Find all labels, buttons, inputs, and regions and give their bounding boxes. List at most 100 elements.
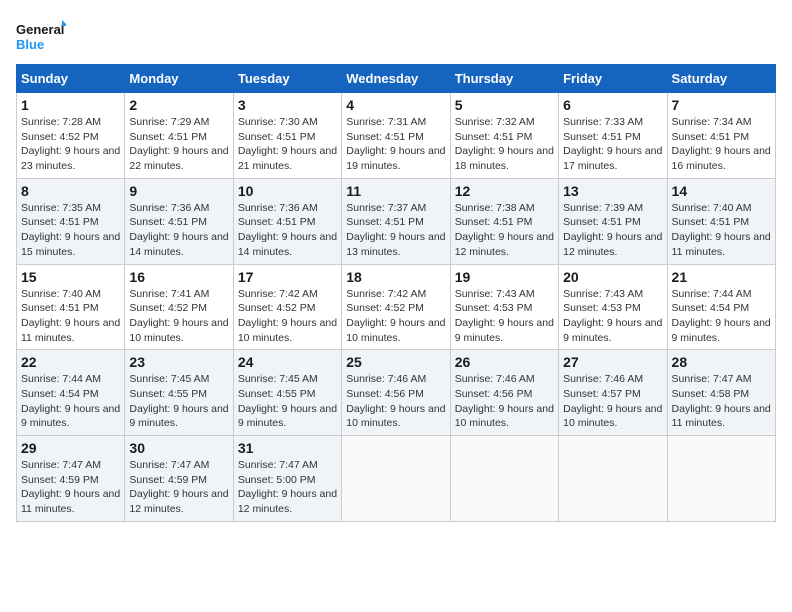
day-info: Sunrise: 7:36 AMSunset: 4:51 PMDaylight:… (238, 201, 337, 260)
day-info: Sunrise: 7:37 AMSunset: 4:51 PMDaylight:… (346, 201, 445, 260)
day-info: Sunrise: 7:43 AMSunset: 4:53 PMDaylight:… (563, 287, 662, 346)
calendar-day-cell: 9 Sunrise: 7:36 AMSunset: 4:51 PMDaylight… (125, 178, 233, 264)
day-number: 7 (672, 97, 771, 113)
day-number: 6 (563, 97, 662, 113)
calendar-day-cell: 20 Sunrise: 7:43 AMSunset: 4:53 PMDayligh… (559, 264, 667, 350)
calendar-day-cell: 26 Sunrise: 7:46 AMSunset: 4:56 PMDayligh… (450, 350, 558, 436)
calendar-day-cell: 4 Sunrise: 7:31 AMSunset: 4:51 PMDaylight… (342, 93, 450, 179)
calendar-day-cell (342, 436, 450, 522)
day-info: Sunrise: 7:47 AMSunset: 4:59 PMDaylight:… (129, 458, 228, 517)
day-number: 28 (672, 354, 771, 370)
calendar-week-row: 15Sunrise: 7:40 AMSunset: 4:51 PMDayligh… (17, 264, 776, 350)
calendar-header-row: SundayMondayTuesdayWednesdayThursdayFrid… (17, 65, 776, 93)
day-info: Sunrise: 7:40 AMSunset: 4:51 PMDaylight:… (672, 201, 771, 260)
svg-text:Blue: Blue (16, 37, 44, 52)
day-info: Sunrise: 7:43 AMSunset: 4:53 PMDaylight:… (455, 287, 554, 346)
logo: General Blue (16, 16, 66, 56)
day-info: Sunrise: 7:32 AMSunset: 4:51 PMDaylight:… (455, 115, 554, 174)
calendar-day-cell: 6 Sunrise: 7:33 AMSunset: 4:51 PMDaylight… (559, 93, 667, 179)
day-info: Sunrise: 7:47 AMSunset: 4:59 PMDaylight:… (21, 458, 120, 517)
day-number: 19 (455, 269, 554, 285)
day-info: Sunrise: 7:29 AMSunset: 4:51 PMDaylight:… (129, 115, 228, 174)
weekday-header: Tuesday (233, 65, 341, 93)
day-number: 13 (563, 183, 662, 199)
calendar-day-cell: 23 Sunrise: 7:45 AMSunset: 4:55 PMDayligh… (125, 350, 233, 436)
day-number: 4 (346, 97, 445, 113)
calendar-day-cell: 24 Sunrise: 7:45 AMSunset: 4:55 PMDayligh… (233, 350, 341, 436)
day-number: 14 (672, 183, 771, 199)
calendar-day-cell: 29 Sunrise: 7:47 AMSunset: 4:59 PMDayligh… (17, 436, 125, 522)
day-number: 2 (129, 97, 228, 113)
day-number: 26 (455, 354, 554, 370)
calendar-day-cell: 18 Sunrise: 7:42 AMSunset: 4:52 PMDayligh… (342, 264, 450, 350)
day-info: Sunrise: 7:45 AMSunset: 4:55 PMDaylight:… (238, 372, 337, 431)
day-info: Sunrise: 7:33 AMSunset: 4:51 PMDaylight:… (563, 115, 662, 174)
calendar-day-cell: 3 Sunrise: 7:30 AMSunset: 4:51 PMDaylight… (233, 93, 341, 179)
day-number: 31 (238, 440, 337, 456)
calendar-day-cell (559, 436, 667, 522)
calendar-day-cell: 2 Sunrise: 7:29 AMSunset: 4:51 PMDaylight… (125, 93, 233, 179)
day-info: Sunrise: 7:31 AMSunset: 4:51 PMDaylight:… (346, 115, 445, 174)
day-number: 10 (238, 183, 337, 199)
day-info: Sunrise: 7:44 AMSunset: 4:54 PMDaylight:… (21, 372, 120, 431)
calendar-day-cell: 1Sunrise: 7:28 AMSunset: 4:52 PMDaylight… (17, 93, 125, 179)
day-number: 25 (346, 354, 445, 370)
weekday-header: Monday (125, 65, 233, 93)
day-number: 5 (455, 97, 554, 113)
calendar-day-cell: 21Sunrise: 7:44 AMSunset: 4:54 PMDayligh… (667, 264, 775, 350)
day-number: 27 (563, 354, 662, 370)
day-number: 8 (21, 183, 120, 199)
day-number: 23 (129, 354, 228, 370)
day-number: 16 (129, 269, 228, 285)
calendar-day-cell: 25 Sunrise: 7:46 AMSunset: 4:56 PMDayligh… (342, 350, 450, 436)
day-info: Sunrise: 7:47 AMSunset: 5:00 PMDaylight:… (238, 458, 337, 517)
day-info: Sunrise: 7:40 AMSunset: 4:51 PMDaylight:… (21, 287, 120, 346)
day-info: Sunrise: 7:46 AMSunset: 4:56 PMDaylight:… (455, 372, 554, 431)
calendar-day-cell: 13 Sunrise: 7:39 AMSunset: 4:51 PMDayligh… (559, 178, 667, 264)
day-info: Sunrise: 7:42 AMSunset: 4:52 PMDaylight:… (238, 287, 337, 346)
calendar-day-cell: 28 Sunrise: 7:47 AMSunset: 4:58 PMDayligh… (667, 350, 775, 436)
calendar-week-row: 1Sunrise: 7:28 AMSunset: 4:52 PMDaylight… (17, 93, 776, 179)
day-info: Sunrise: 7:30 AMSunset: 4:51 PMDaylight:… (238, 115, 337, 174)
day-number: 11 (346, 183, 445, 199)
day-number: 20 (563, 269, 662, 285)
day-info: Sunrise: 7:36 AMSunset: 4:51 PMDaylight:… (129, 201, 228, 260)
weekday-header: Wednesday (342, 65, 450, 93)
day-info: Sunrise: 7:47 AMSunset: 4:58 PMDaylight:… (672, 372, 771, 431)
day-info: Sunrise: 7:38 AMSunset: 4:51 PMDaylight:… (455, 201, 554, 260)
calendar-day-cell: 8 Sunrise: 7:35 AMSunset: 4:51 PMDaylight… (17, 178, 125, 264)
calendar-day-cell: 15Sunrise: 7:40 AMSunset: 4:51 PMDayligh… (17, 264, 125, 350)
calendar-day-cell: 14 Sunrise: 7:40 AMSunset: 4:51 PMDayligh… (667, 178, 775, 264)
day-number: 29 (21, 440, 120, 456)
calendar-day-cell: 5 Sunrise: 7:32 AMSunset: 4:51 PMDaylight… (450, 93, 558, 179)
day-number: 3 (238, 97, 337, 113)
calendar-day-cell: 16 Sunrise: 7:41 AMSunset: 4:52 PMDayligh… (125, 264, 233, 350)
calendar-day-cell: 17Sunrise: 7:42 AMSunset: 4:52 PMDayligh… (233, 264, 341, 350)
day-number: 9 (129, 183, 228, 199)
weekday-header: Sunday (17, 65, 125, 93)
day-number: 24 (238, 354, 337, 370)
day-info: Sunrise: 7:41 AMSunset: 4:52 PMDaylight:… (129, 287, 228, 346)
day-number: 22 (21, 354, 120, 370)
calendar-day-cell: 7 Sunrise: 7:34 AMSunset: 4:51 PMDaylight… (667, 93, 775, 179)
calendar-day-cell (450, 436, 558, 522)
day-info: Sunrise: 7:46 AMSunset: 4:56 PMDaylight:… (346, 372, 445, 431)
day-info: Sunrise: 7:39 AMSunset: 4:51 PMDaylight:… (563, 201, 662, 260)
weekday-header: Thursday (450, 65, 558, 93)
calendar-day-cell: 22 Sunrise: 7:44 AMSunset: 4:54 PMDayligh… (17, 350, 125, 436)
calendar-week-row: 8 Sunrise: 7:35 AMSunset: 4:51 PMDaylight… (17, 178, 776, 264)
calendar-day-cell: 11 Sunrise: 7:37 AMSunset: 4:51 PMDayligh… (342, 178, 450, 264)
day-number: 18 (346, 269, 445, 285)
day-info: Sunrise: 7:35 AMSunset: 4:51 PMDaylight:… (21, 201, 120, 260)
weekday-header: Saturday (667, 65, 775, 93)
day-info: Sunrise: 7:34 AMSunset: 4:51 PMDaylight:… (672, 115, 771, 174)
day-number: 21 (672, 269, 771, 285)
weekday-header: Friday (559, 65, 667, 93)
logo-svg: General Blue (16, 16, 66, 56)
day-info: Sunrise: 7:46 AMSunset: 4:57 PMDaylight:… (563, 372, 662, 431)
calendar-day-cell (667, 436, 775, 522)
day-info: Sunrise: 7:45 AMSunset: 4:55 PMDaylight:… (129, 372, 228, 431)
calendar-week-row: 22 Sunrise: 7:44 AMSunset: 4:54 PMDayligh… (17, 350, 776, 436)
day-number: 1 (21, 97, 120, 113)
day-info: Sunrise: 7:42 AMSunset: 4:52 PMDaylight:… (346, 287, 445, 346)
